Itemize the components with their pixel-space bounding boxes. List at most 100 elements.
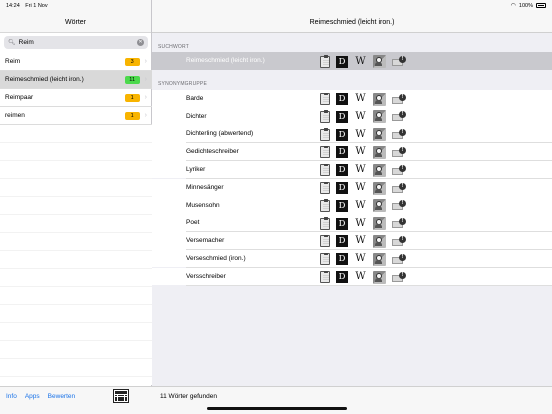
list-item-label: Reimeschmied (leicht iron.) [5,76,84,83]
wikipedia-icon[interactable]: W [354,146,367,158]
duden-icon[interactable]: D [336,271,348,283]
synonym-row[interactable]: Minnesänger D W! [152,178,552,197]
alert-badge: ! [399,93,406,101]
count-badge: 1 [124,93,140,102]
contact-icon[interactable] [373,92,386,106]
duden-icon[interactable]: D [336,182,348,194]
contact-icon[interactable] [373,163,386,177]
contact-icon[interactable] [373,110,386,124]
contact-icon[interactable] [373,217,386,231]
list-item[interactable]: reimen 1 › [0,107,152,125]
synonym-row[interactable]: Versschreiber D W! [152,267,552,286]
chevron-right-icon: › [144,76,147,83]
duden-icon[interactable]: D [336,217,348,230]
clipboard-icon[interactable] [320,252,330,266]
mail-icon[interactable]: ! [392,253,406,265]
synonym-row[interactable]: Verseschmied (iron.) D W! [152,249,552,268]
synonym-row[interactable]: Gedichteschreiber D W! [152,142,552,161]
wikipedia-icon[interactable]: W [354,182,367,194]
mail-icon[interactable]: ! [392,271,406,283]
clipboard-icon[interactable] [320,110,330,123]
duden-icon[interactable]: D [336,253,348,266]
word-label: Verseschmied (iron.) [186,255,246,263]
alert-badge: ! [399,56,406,63]
contact-icon[interactable] [373,199,386,213]
clipboard-icon[interactable] [320,92,330,105]
clipboard-icon[interactable] [320,199,330,212]
synonym-row[interactable]: Dichterling (abwertend) D W! [152,125,552,143]
duden-icon[interactable]: D [336,199,348,212]
wikipedia-icon[interactable]: W [354,218,367,230]
alert-badge: ! [399,129,406,137]
wikipedia-icon[interactable]: W [354,253,367,265]
status-time: 14:24 [6,2,20,9]
mail-icon[interactable]: ! [392,93,406,105]
list-item[interactable]: Reim 3 › [0,53,152,71]
clipboard-icon[interactable] [320,270,330,283]
synonym-row[interactable]: Poet D W! [152,214,552,232]
mail-icon[interactable]: ! [392,129,406,140]
duden-icon[interactable]: D [336,128,348,141]
clipboard-icon[interactable] [320,181,330,194]
mail-icon[interactable]: ! [392,182,406,194]
clipboard-icon[interactable] [320,217,330,230]
clipboard-icon[interactable] [320,145,330,159]
app-screen: 14:24 Fri 1 Nov ◠ 100% Wörter 🔍︎ Reim ✕ … [0,0,552,414]
mail-icon[interactable]: ! [392,200,406,211]
search-input[interactable]: 🔍︎ Reim ✕ [4,36,148,49]
mail-icon[interactable]: ! [392,164,406,176]
wikipedia-icon[interactable]: W [354,164,367,176]
contact-icon[interactable] [373,270,386,284]
wikipedia-icon[interactable]: W [354,200,367,212]
synonym-row[interactable]: Barde D W! [152,89,552,108]
mail-icon[interactable]: ! [392,111,406,122]
sidebar-footer: Info Apps Bewerten [0,386,152,414]
wikipedia-icon[interactable]: W [354,271,367,283]
wikipedia-icon[interactable]: W [354,93,367,105]
rate-link[interactable]: Bewerten [48,393,75,400]
clear-search-icon[interactable]: ✕ [137,39,144,46]
synonym-row[interactable]: Musensohn D W! [152,196,552,215]
contact-icon[interactable] [373,128,386,142]
wikipedia-icon[interactable]: W [354,56,367,68]
search-value[interactable]: Reim [19,39,137,46]
mail-icon[interactable]: ! [392,56,406,67]
duden-icon[interactable]: D [336,110,348,123]
search-icon: 🔍︎ [8,40,16,46]
contact-icon[interactable] [373,55,386,68]
mail-icon[interactable]: ! [392,146,406,158]
duden-icon[interactable]: D [336,146,348,159]
synonym-row[interactable]: Dichter D W! [152,107,552,126]
duden-icon[interactable]: D [336,235,348,248]
alert-badge: ! [399,164,406,172]
duden-icon[interactable]: D [336,55,348,68]
clipboard-icon[interactable] [320,128,330,141]
suchwort-row[interactable]: Reimeschmied (leicht iron.) D W! [152,52,552,70]
word-label: Barde [186,94,204,102]
calculator-icon[interactable] [113,389,129,403]
info-link[interactable]: Info [6,393,17,400]
synonym-row[interactable]: Versemacher D W! [152,231,552,250]
wikipedia-icon[interactable]: W [354,129,367,141]
duden-icon[interactable]: D [336,93,348,105]
list-item[interactable]: Reimeschmied (leicht iron.) 11 › [0,71,152,89]
detail-pane: Reimeschmied (leicht iron.) SUCHWORT Rei… [152,0,552,414]
contact-icon[interactable] [373,252,386,266]
clipboard-icon[interactable] [320,163,330,177]
mail-icon[interactable]: ! [392,218,406,229]
contact-icon[interactable] [373,145,386,159]
contact-icon[interactable] [373,234,386,248]
contact-icon[interactable] [373,181,386,195]
clipboard-icon[interactable] [320,234,330,248]
synonym-row[interactable]: Lyriker D W! [152,160,552,179]
alert-badge: ! [399,182,406,190]
mail-icon[interactable]: ! [392,235,406,247]
wikipedia-icon[interactable]: W [354,111,367,123]
duden-icon[interactable]: D [336,164,348,177]
list-item[interactable]: Reimpaar 1 › [0,89,152,107]
apps-link[interactable]: Apps [25,393,40,400]
clipboard-icon[interactable] [320,55,330,68]
word-label: Poet [186,219,200,227]
wikipedia-icon[interactable]: W [354,235,367,247]
alert-badge: ! [399,218,406,226]
